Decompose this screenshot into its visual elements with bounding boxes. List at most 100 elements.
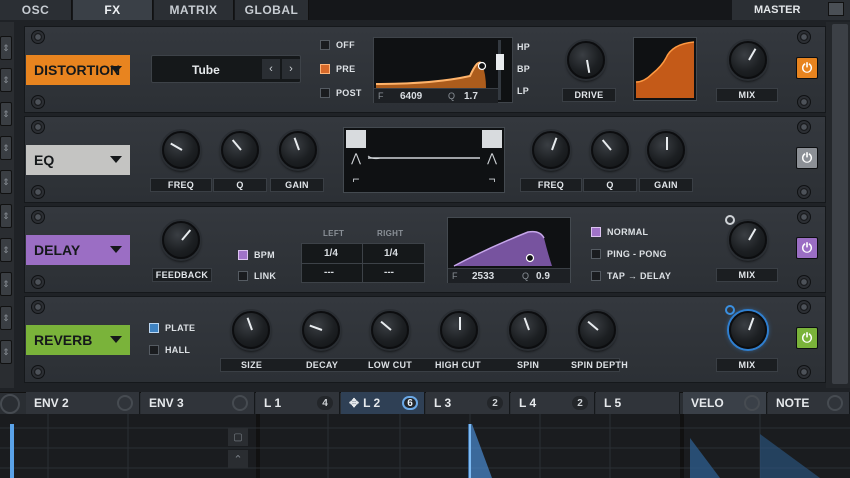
- filter-type-slider[interactable]: [498, 40, 501, 100]
- mod-indicator-icon[interactable]: [725, 305, 735, 315]
- filter-bp-label[interactable]: BP: [517, 64, 530, 74]
- distortion-selector[interactable]: DISTORTION: [26, 55, 130, 85]
- chevron-up-icon[interactable]: ⌃: [228, 450, 248, 468]
- high-peak-icon[interactable]: ⋀: [482, 151, 502, 169]
- tab-env3[interactable]: ENV 3: [141, 392, 255, 414]
- delay-filter-graph: [453, 230, 552, 267]
- routing-off-checkbox[interactable]: [320, 40, 330, 50]
- eq-high-q-knob[interactable]: [591, 131, 629, 169]
- reverb-lowcut-knob[interactable]: [371, 311, 409, 349]
- tab-fx[interactable]: FX: [73, 0, 153, 20]
- reorder-handle-icon[interactable]: ⇕: [0, 204, 12, 228]
- tab-matrix[interactable]: MATRIX: [154, 0, 234, 20]
- reverb-highcut-knob[interactable]: [440, 311, 478, 349]
- link-label: LINK: [254, 271, 277, 281]
- reorder-handle-icon[interactable]: ⇕: [0, 306, 12, 330]
- delay-right-time[interactable]: 1/4: [384, 248, 398, 259]
- tab-velo[interactable]: VELO: [683, 392, 767, 414]
- chevron-right-icon[interactable]: ›: [282, 59, 300, 79]
- mod-indicator-icon[interactable]: [725, 215, 735, 225]
- master-meter[interactable]: [828, 2, 844, 16]
- delay-tap-radio[interactable]: [591, 271, 601, 281]
- reorder-handle-icon[interactable]: ⇕: [0, 272, 12, 296]
- reorder-handle-icon[interactable]: ⇕: [0, 238, 12, 262]
- distortion-power-icon[interactable]: ⏻: [796, 57, 818, 79]
- tab-l2[interactable]: ✥ L 2 6: [341, 392, 425, 414]
- reorder-handle-icon[interactable]: ⇕: [0, 170, 12, 194]
- fx-scrollbar[interactable]: [832, 24, 848, 384]
- tab-l1[interactable]: L 1 4: [256, 392, 340, 414]
- filter-lp-label[interactable]: LP: [517, 86, 529, 96]
- env2-label: ENV 2: [34, 396, 69, 410]
- low-shelf-icon[interactable]: [346, 130, 366, 148]
- chevron-down-icon: [110, 336, 122, 343]
- high-cut-icon[interactable]: ¬: [482, 172, 502, 190]
- reverb-spin-knob[interactable]: [509, 311, 547, 349]
- plate-checkbox[interactable]: [149, 323, 159, 333]
- eq-low-gain-knob[interactable]: [279, 131, 317, 169]
- tab-env2[interactable]: ENV 2: [26, 392, 140, 414]
- eq-display[interactable]: ⋀ ⋀ ⌐ ¬: [343, 127, 505, 193]
- reverb-decay-knob[interactable]: [302, 311, 340, 349]
- reorder-handle-icon[interactable]: ⇕: [0, 136, 12, 160]
- tab-note[interactable]: NOTE: [768, 392, 850, 414]
- q-label: Q: [448, 91, 456, 101]
- delay-selector[interactable]: DELAY: [26, 235, 130, 265]
- delay-tap-label: TAP → DELAY: [607, 271, 672, 281]
- eq-high-freq-knob[interactable]: [532, 131, 570, 169]
- distortion-mode-value: Tube: [192, 63, 220, 77]
- screw-icon: [31, 95, 45, 109]
- delay-right-time2[interactable]: ---: [384, 267, 394, 278]
- mod-graph-area[interactable]: ▢ ⌃: [0, 414, 850, 478]
- reverb-mix-knob[interactable]: [729, 311, 767, 349]
- reorder-handle-icon[interactable]: ⇕: [0, 340, 12, 364]
- distortion-filter-display[interactable]: F 6409 Q 1.7: [373, 37, 513, 103]
- link-checkbox[interactable]: [238, 271, 248, 281]
- distortion-mix-label: MIX: [716, 88, 778, 102]
- l4-label: L 4: [519, 396, 537, 410]
- master-section: MASTER: [732, 0, 850, 20]
- high-shelf-icon[interactable]: [482, 130, 502, 148]
- drive-knob[interactable]: [567, 41, 605, 79]
- routing-post-checkbox[interactable]: [320, 88, 330, 98]
- tab-osc[interactable]: OSC: [0, 0, 72, 20]
- chevron-left-icon[interactable]: ‹: [262, 59, 280, 79]
- bpm-checkbox[interactable]: [238, 250, 248, 260]
- delay-mix-knob[interactable]: [729, 221, 767, 259]
- reverb-name: REVERB: [34, 332, 93, 348]
- distortion-mode-select[interactable]: Tube ‹ ›: [151, 55, 301, 83]
- routing-pre-label: PRE: [336, 64, 356, 74]
- eq-high-gain-knob[interactable]: [647, 131, 685, 169]
- eq-low-freq-knob[interactable]: [162, 131, 200, 169]
- reverb-size-knob[interactable]: [232, 311, 270, 349]
- filter-hp-label[interactable]: HP: [517, 42, 530, 52]
- delay-pingpong-radio[interactable]: [591, 249, 601, 259]
- reorder-handle-icon[interactable]: ⇕: [0, 102, 12, 126]
- delay-left-time[interactable]: 1/4: [324, 248, 338, 259]
- eq-low-q-knob[interactable]: [221, 131, 259, 169]
- filter-type-slider-handle[interactable]: [496, 54, 504, 70]
- eq-selector[interactable]: EQ: [26, 145, 130, 175]
- lock-icon[interactable]: ▢: [228, 428, 248, 446]
- mod-ring-icon[interactable]: [0, 394, 20, 414]
- tab-l5[interactable]: L 5: [596, 392, 680, 414]
- tab-global[interactable]: GLOBAL: [235, 0, 309, 20]
- tab-l3[interactable]: L 3 2: [426, 392, 510, 414]
- delay-power-icon[interactable]: ⏻: [796, 237, 818, 259]
- delay-left-time2[interactable]: ---: [324, 267, 334, 278]
- hall-checkbox[interactable]: [149, 345, 159, 355]
- eq-power-icon[interactable]: ⏻: [796, 147, 818, 169]
- low-cut-icon[interactable]: ⌐: [346, 172, 366, 190]
- delay-feedback-knob[interactable]: [162, 221, 200, 259]
- delay-filter-display[interactable]: F 2533 Q 0.9: [447, 217, 571, 283]
- tab-l4[interactable]: L 4 2: [511, 392, 595, 414]
- low-peak-icon[interactable]: ⋀: [346, 151, 366, 169]
- delay-normal-radio[interactable]: [591, 227, 601, 237]
- reverb-power-icon[interactable]: ⏻: [796, 327, 818, 349]
- distortion-mix-knob[interactable]: [729, 41, 767, 79]
- reorder-handle-icon[interactable]: ⇕: [0, 68, 12, 92]
- reorder-handle-icon[interactable]: ⇕: [0, 36, 12, 60]
- reverb-spindepth-knob[interactable]: [578, 311, 616, 349]
- reverb-selector[interactable]: REVERB: [26, 325, 130, 355]
- routing-pre-checkbox[interactable]: [320, 64, 330, 74]
